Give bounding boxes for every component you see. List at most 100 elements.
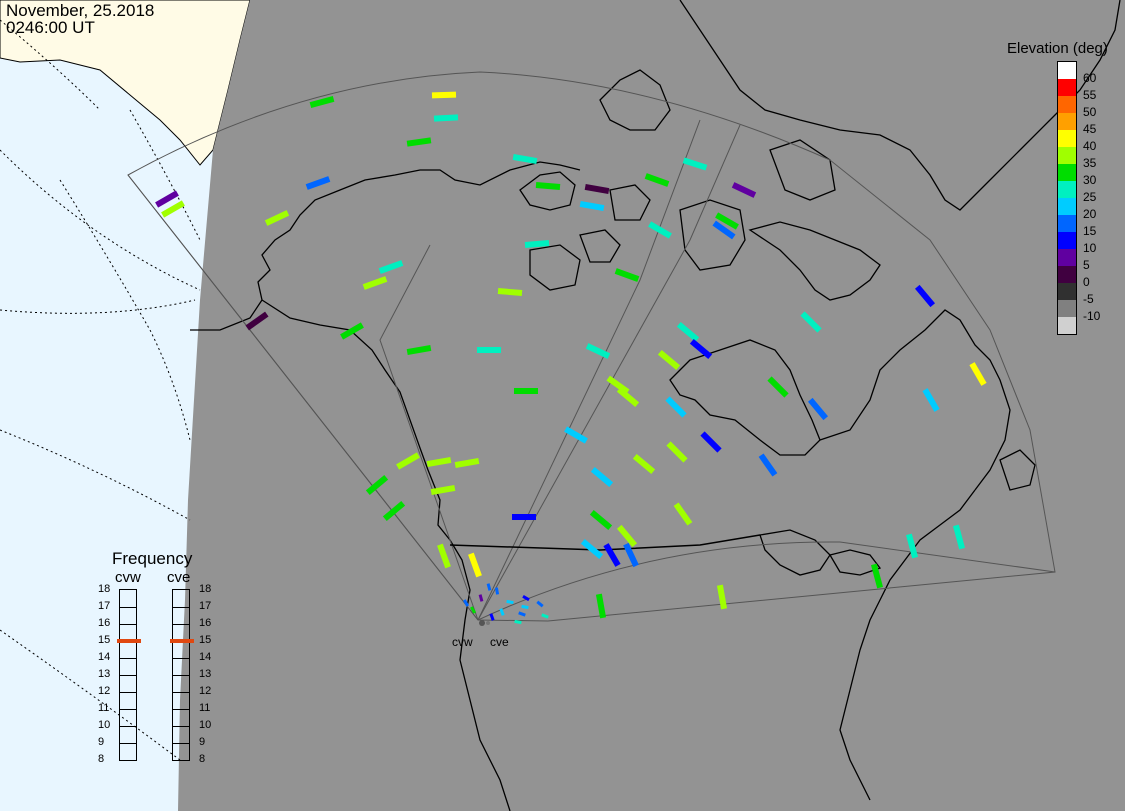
freq-tick-right: 9 [199,736,206,748]
freq-gridline [120,607,136,608]
freq-tick-left: 9 [98,736,105,748]
scatter-segment [497,288,523,296]
freq-gridline [120,743,136,744]
scatter-segment [478,594,484,602]
freq-indicator-cve [170,639,194,643]
radar-site-cve [486,621,490,625]
freq-gridline [120,675,136,676]
freq-tick-right: 13 [199,668,212,680]
legend-label: 20 [1083,207,1097,221]
legend-label: 35 [1083,156,1097,170]
scatter-segment [406,137,432,147]
freq-bar-cvw [119,589,137,761]
scatter-segment [426,456,452,468]
freq-label-cve: cve [167,569,191,586]
radar-label-cvw: cvw [452,635,473,649]
scatter-segment [454,457,480,469]
freq-tick-left: 13 [98,668,111,680]
legend-swatch [1058,130,1076,147]
radar-label-cve: cve [490,635,509,649]
scatter-segment [535,182,561,190]
freq-gridline [173,760,189,761]
legend-title: Elevation (deg) [1007,40,1108,57]
freq-gridline [120,692,136,693]
freq-tick-left: 11 [98,702,110,714]
elevation-colorbar [1057,61,1077,335]
legend-label: 0 [1083,275,1090,289]
legend-swatch [1058,300,1076,317]
scatter-segment [579,200,605,212]
freq-tick-left: 15 [98,634,111,646]
legend-label: -10 [1083,309,1101,323]
date-label: November, 25.2018 [6,1,155,20]
legend-label: 30 [1083,173,1097,187]
freq-gridline [173,675,189,676]
legend-swatch [1058,283,1076,300]
scatter-segment [595,593,607,619]
scatter-segment [512,153,538,165]
scatter-segment [521,604,529,610]
legend-label: 60 [1083,71,1097,85]
freq-gridline [173,709,189,710]
freq-tick-left: 12 [98,685,111,697]
legend-swatch [1058,317,1076,334]
legend-label: 45 [1083,122,1097,136]
freq-tick-left: 8 [98,753,105,765]
freq-gridline [120,709,136,710]
freq-tick-right: 15 [199,634,212,646]
frequency-title: Frequency [112,549,193,568]
scatter-segment [494,587,500,595]
freq-gridline [173,743,189,744]
freq-tick-right: 18 [199,583,212,595]
legend-swatch [1058,232,1076,249]
scatter-segment [514,619,522,625]
freq-tick-right: 14 [199,651,212,663]
night-region [178,0,1125,811]
legend-label: 55 [1083,88,1097,102]
legend-label: 5 [1083,258,1090,272]
freq-gridline [120,658,136,659]
scatter-segment [486,583,492,591]
freq-tick-left: 14 [98,651,111,663]
legend-label: 40 [1083,139,1097,153]
freq-gridline [173,726,189,727]
freq-tick-right: 12 [199,685,212,697]
legend-swatch [1058,249,1076,266]
freq-bar-cve [172,589,190,761]
legend-swatch [1058,96,1076,113]
legend-label: 25 [1083,190,1097,204]
scatter-segment [430,484,456,496]
scatter-segment [584,183,610,195]
legend-swatch [1058,62,1076,79]
legend-swatch [1058,147,1076,164]
scatter-segment [506,599,514,605]
freq-tick-right: 10 [199,719,212,731]
freq-tick-right: 8 [199,753,206,765]
freq-indicator-cvw [117,639,141,643]
time-label: 0246:00 UT [6,18,95,37]
scatter-segment [431,91,457,99]
freq-gridline [173,692,189,693]
scatter-segment [716,584,728,610]
scatter-segment [524,240,550,248]
freq-tick-left: 10 [98,719,111,731]
scatter-segment [406,344,432,356]
freq-gridline [173,607,189,608]
legend-label: 15 [1083,224,1097,238]
legend-swatch [1058,164,1076,181]
freq-gridline [120,760,136,761]
legend-label: 50 [1083,105,1097,119]
radar-site-cvw [479,620,485,626]
freq-tick-right: 16 [199,617,212,629]
freq-gridline [173,658,189,659]
freq-gridline [120,726,136,727]
freq-tick-left: 17 [98,600,111,612]
legend-swatch [1058,113,1076,130]
legend-swatch [1058,266,1076,283]
freq-gridline [120,624,136,625]
freq-tick-right: 11 [199,702,211,714]
freq-tick-right: 17 [199,600,212,612]
legend-label: 10 [1083,241,1097,255]
legend-swatch [1058,198,1076,215]
map-canvas [0,0,1125,811]
